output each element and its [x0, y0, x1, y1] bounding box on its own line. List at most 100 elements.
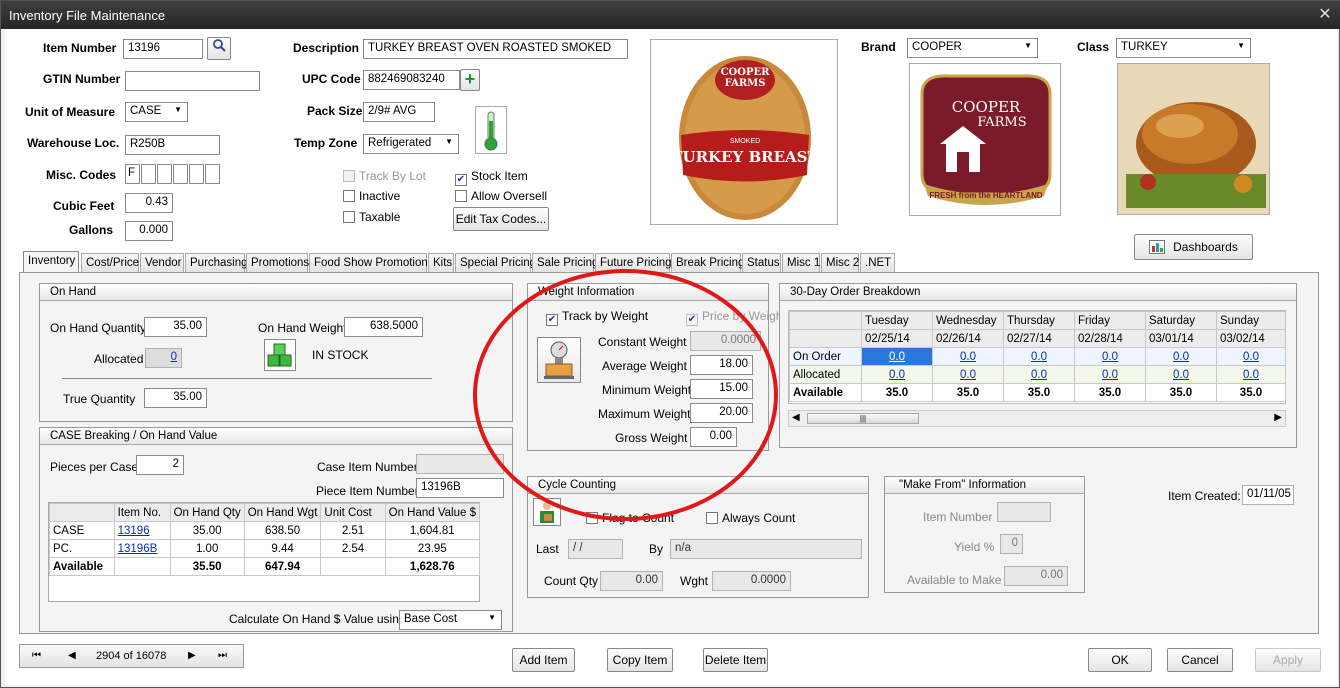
brand-select[interactable]: COOPER ▼ [907, 38, 1038, 58]
on-order-link[interactable]: 0.0 [1243, 351, 1259, 363]
tab-cost-price[interactable]: Cost/Price [81, 253, 139, 273]
pieces-field[interactable]: 2 [136, 455, 184, 475]
allocated-link[interactable]: 0.0 [1102, 369, 1118, 381]
checkbox-box [343, 190, 355, 202]
true-qty-field[interactable]: 35.00 [144, 388, 207, 408]
tab-promotions[interactable]: Promotions [246, 253, 309, 273]
maximum-weight-field[interactable]: 20.00 [690, 403, 753, 423]
tab-net[interactable]: .NET [860, 253, 895, 273]
delete-item-button[interactable]: Delete Item [703, 648, 768, 672]
cell: 2.51 [320, 521, 386, 540]
price-by-weight-label: Price by Weight [702, 309, 786, 323]
class-select[interactable]: TURKEY ▼ [1116, 38, 1251, 58]
tab-kits[interactable]: Kits [428, 253, 454, 273]
gtin-field[interactable] [125, 71, 260, 91]
misc-code-2[interactable] [141, 164, 156, 184]
allocated-link[interactable]: 0.0 [1173, 369, 1189, 381]
tab-misc-1[interactable]: Misc 1 [782, 253, 820, 273]
cubic-feet-field[interactable]: 0.43 [125, 193, 173, 213]
allocated-link[interactable]: 0.0 [889, 369, 905, 381]
warehouse-field[interactable]: R250B [125, 135, 220, 155]
misc-code-3[interactable] [157, 164, 172, 184]
misc-code-4[interactable] [173, 164, 188, 184]
flag-to-count-checkbox[interactable]: Flag to Count [586, 511, 674, 525]
allocated-link[interactable]: 0 [171, 351, 177, 363]
case-breaking-group: CASE Breaking / On Hand Value Pieces per… [39, 427, 513, 632]
tab-purchasing[interactable]: Purchasing [185, 253, 248, 273]
pack-size-label: Pack Size [307, 104, 363, 118]
tab-future-pricing[interactable]: Future Pricing [595, 253, 672, 273]
misc-code-1[interactable]: F [125, 164, 140, 184]
price-by-weight-checkbox[interactable]: ✔ Price by Weight [686, 309, 786, 326]
tab-misc-2[interactable]: Misc 2 [821, 253, 859, 273]
first-record-icon[interactable]: ⏮ [32, 650, 41, 661]
tab-status[interactable]: Status [742, 253, 781, 273]
tab-sale-pricing[interactable]: Sale Pricing [532, 253, 598, 273]
upc-field[interactable]: 882469083240 [363, 70, 460, 90]
minimum-weight-field[interactable]: 15.00 [690, 379, 753, 399]
cell: 23.95 [384, 539, 481, 558]
add-item-button[interactable]: Add Item [512, 648, 575, 672]
cell-selected[interactable]: 0.0 [861, 347, 933, 366]
ok-button[interactable]: OK [1088, 648, 1152, 672]
edit-tax-codes-button[interactable]: Edit Tax Codes... [453, 207, 549, 231]
item-number-field[interactable]: 13196 [123, 39, 203, 59]
apply-button[interactable]: Apply [1255, 648, 1321, 672]
case-breaking-title: CASE Breaking / On Hand Value [40, 428, 512, 445]
gallons-field[interactable]: 0.000 [125, 221, 173, 241]
brand-label: Brand [861, 40, 896, 54]
track-by-lot-checkbox[interactable]: Track By Lot [343, 169, 426, 183]
scroll-right-icon[interactable]: ▶ [1274, 412, 1282, 423]
next-record-icon[interactable]: ▶ [188, 650, 196, 661]
last-record-icon[interactable]: ⏭ [218, 650, 227, 661]
on-hand-qty-field[interactable]: 35.00 [144, 317, 207, 337]
cancel-button[interactable]: Cancel [1167, 648, 1233, 672]
allocated-link[interactable]: 0.0 [960, 369, 976, 381]
cell: 647.94 [243, 557, 322, 576]
dashboards-button[interactable]: Dashboards [1134, 234, 1253, 260]
horizontal-scrollbar[interactable]: ◀ ||| ▶ [788, 410, 1286, 427]
close-icon[interactable]: ✕ [1315, 5, 1335, 25]
allocated-link[interactable]: 0.0 [1243, 369, 1259, 381]
item-link[interactable]: 13196 [118, 525, 150, 537]
track-by-weight-checkbox[interactable]: ✔ Track by Weight [546, 309, 648, 326]
copy-item-button[interactable]: Copy Item [607, 648, 673, 672]
uom-select[interactable]: CASE ▼ [125, 102, 188, 122]
on-order-link[interactable]: 0.0 [960, 351, 976, 363]
average-weight-field[interactable]: 18.00 [690, 355, 753, 375]
misc-code-5[interactable] [189, 164, 204, 184]
on-order-link[interactable]: 0.0 [1031, 351, 1047, 363]
product-smoked-text: SMOKED [730, 138, 760, 145]
taxable-checkbox[interactable]: Taxable [343, 210, 400, 224]
make-from-group: "Make From" Information Item Number Yiel… [884, 476, 1085, 593]
tab-vendor[interactable]: Vendor [140, 253, 184, 273]
gross-weight-field[interactable]: 0.00 [690, 427, 737, 447]
description-field[interactable]: TURKEY BREAST OVEN ROASTED SMOKED [363, 39, 628, 59]
pack-size-field[interactable]: 2/9# AVG [363, 102, 435, 122]
temp-zone-select[interactable]: Refrigerated ▼ [363, 134, 459, 154]
always-count-checkbox[interactable]: Always Count [706, 511, 795, 525]
scroll-thumb[interactable]: ||| [807, 413, 919, 424]
day-header: Friday [1074, 311, 1146, 330]
tab-break-pricing[interactable]: Break Pricing [671, 253, 744, 273]
tab-inventory[interactable]: Inventory [23, 251, 79, 274]
misc-code-6[interactable] [205, 164, 220, 184]
on-order-link[interactable]: 0.0 [1102, 351, 1118, 363]
tab-special-pricing[interactable]: Special Pricing [455, 253, 536, 273]
stock-item-checkbox[interactable]: ✔ Stock Item [455, 169, 528, 186]
calc-select[interactable]: Base Cost ▼ [399, 610, 502, 630]
search-button[interactable] [207, 37, 231, 60]
cell: 35.0 [1216, 383, 1286, 402]
piece-item-field[interactable]: 13196B [416, 478, 504, 498]
allow-oversell-checkbox[interactable]: Allow Oversell [455, 189, 547, 203]
scroll-left-icon[interactable]: ◀ [792, 412, 800, 423]
on-order-link[interactable]: 0.0 [1173, 351, 1189, 363]
on-hand-weight-field[interactable]: 638.5000 [344, 317, 423, 337]
inactive-checkbox[interactable]: Inactive [343, 189, 400, 203]
prev-record-icon[interactable]: ◀ [68, 650, 76, 661]
allocated-link[interactable]: 0.0 [1031, 369, 1047, 381]
item-link[interactable]: 13196B [118, 543, 158, 555]
brand-logo: COOPER FARMS FRESH from the HEARTLAND [909, 63, 1061, 216]
tab-food-show-promotions[interactable]: Food Show Promotions [309, 253, 434, 273]
add-upc-button[interactable]: + [460, 69, 480, 91]
